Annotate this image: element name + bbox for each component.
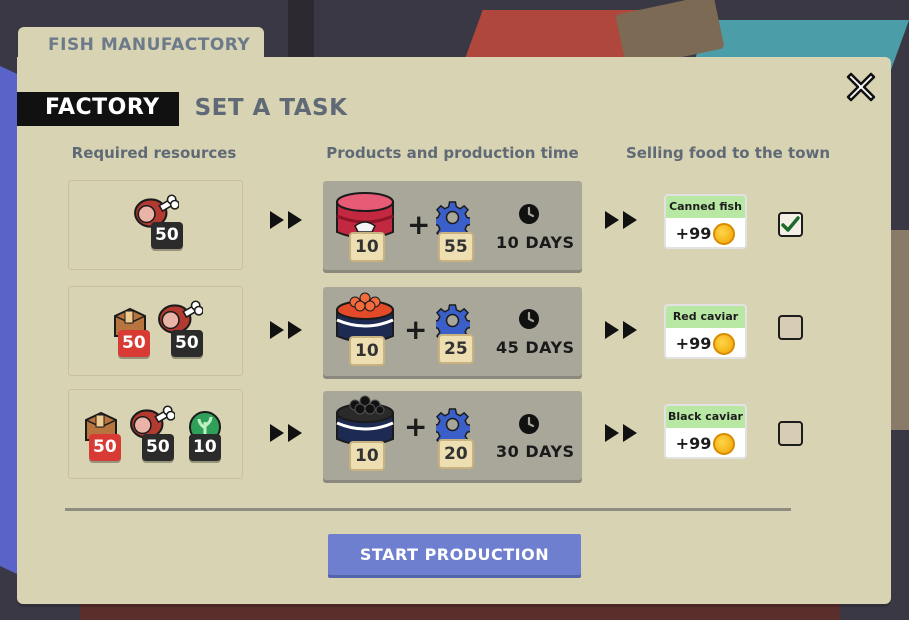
clock-icon <box>518 308 540 330</box>
coin-icon <box>713 432 736 455</box>
tab-bar: FACTORY SET A TASK <box>17 92 347 126</box>
sell-checkbox-black-caviar[interactable] <box>778 421 803 446</box>
gear-icon <box>436 304 470 338</box>
gear-icon <box>436 201 470 235</box>
product-amount-badge: 10 <box>349 336 385 366</box>
close-icon <box>846 72 876 102</box>
plus-sign: + <box>404 313 428 346</box>
sell-item-name: Red caviar <box>666 306 745 328</box>
sell-item-name: Black caviar <box>666 406 745 428</box>
header-products: Products and production time <box>326 144 579 162</box>
sell-price-value: +99 <box>675 224 712 243</box>
double-arrow-icon <box>604 210 640 230</box>
sell-price-value: +99 <box>675 434 712 453</box>
gear-icon <box>436 408 470 442</box>
resource-amount-badge: 50 <box>171 330 203 357</box>
gear-amount-badge: 20 <box>438 439 474 469</box>
tab-factory[interactable]: FACTORY <box>17 92 179 126</box>
start-production-button[interactable]: START PRODUCTION <box>328 534 581 575</box>
sell-checkbox-canned-fish[interactable] <box>778 212 803 237</box>
sell-card-black-caviar: Black caviar +99 <box>664 404 747 459</box>
sell-price: +99 <box>666 218 745 247</box>
plus-sign: + <box>407 208 431 241</box>
coin-icon <box>713 332 736 355</box>
resource-amount-badge: 50 <box>151 222 183 249</box>
resource-amount-badge: 50 <box>142 434 174 461</box>
double-arrow-icon <box>604 320 640 340</box>
product-amount-badge: 10 <box>349 441 385 471</box>
clock-icon <box>518 413 540 435</box>
sell-price: +99 <box>666 328 745 357</box>
sell-checkbox-red-caviar[interactable] <box>778 315 803 340</box>
coin-icon <box>713 222 736 245</box>
double-arrow-icon <box>604 423 640 443</box>
sell-price-value: +99 <box>675 334 712 353</box>
gear-amount-badge: 55 <box>438 232 474 262</box>
resource-amount-badge: 50 <box>89 434 121 461</box>
double-arrow-icon <box>269 210 305 230</box>
divider <box>65 508 791 511</box>
header-selling: Selling food to the town <box>625 144 831 162</box>
product-amount-badge: 10 <box>349 232 385 262</box>
header-required-resources: Required resources <box>71 144 237 162</box>
resource-amount-badge: 50 <box>118 330 150 357</box>
gear-amount-badge: 25 <box>438 334 474 364</box>
close-button[interactable] <box>842 68 880 106</box>
sell-card-canned-fish: Canned fish +99 <box>664 194 747 249</box>
production-duration: 10 DAYS <box>496 233 575 252</box>
resource-box-row2 <box>68 286 243 376</box>
pole <box>288 0 314 60</box>
tab-set-a-task[interactable]: SET A TASK <box>179 92 348 126</box>
double-arrow-icon <box>269 423 305 443</box>
checkmark-icon <box>781 216 800 232</box>
production-duration: 30 DAYS <box>496 442 575 461</box>
resource-amount-badge: 10 <box>189 434 221 461</box>
sell-card-red-caviar: Red caviar +99 <box>664 304 747 359</box>
sell-price: +99 <box>666 428 745 457</box>
clock-icon <box>518 203 540 225</box>
double-arrow-icon <box>269 320 305 340</box>
production-duration: 45 DAYS <box>496 338 575 357</box>
plus-sign: + <box>404 410 428 443</box>
sell-item-name: Canned fish <box>666 196 745 218</box>
